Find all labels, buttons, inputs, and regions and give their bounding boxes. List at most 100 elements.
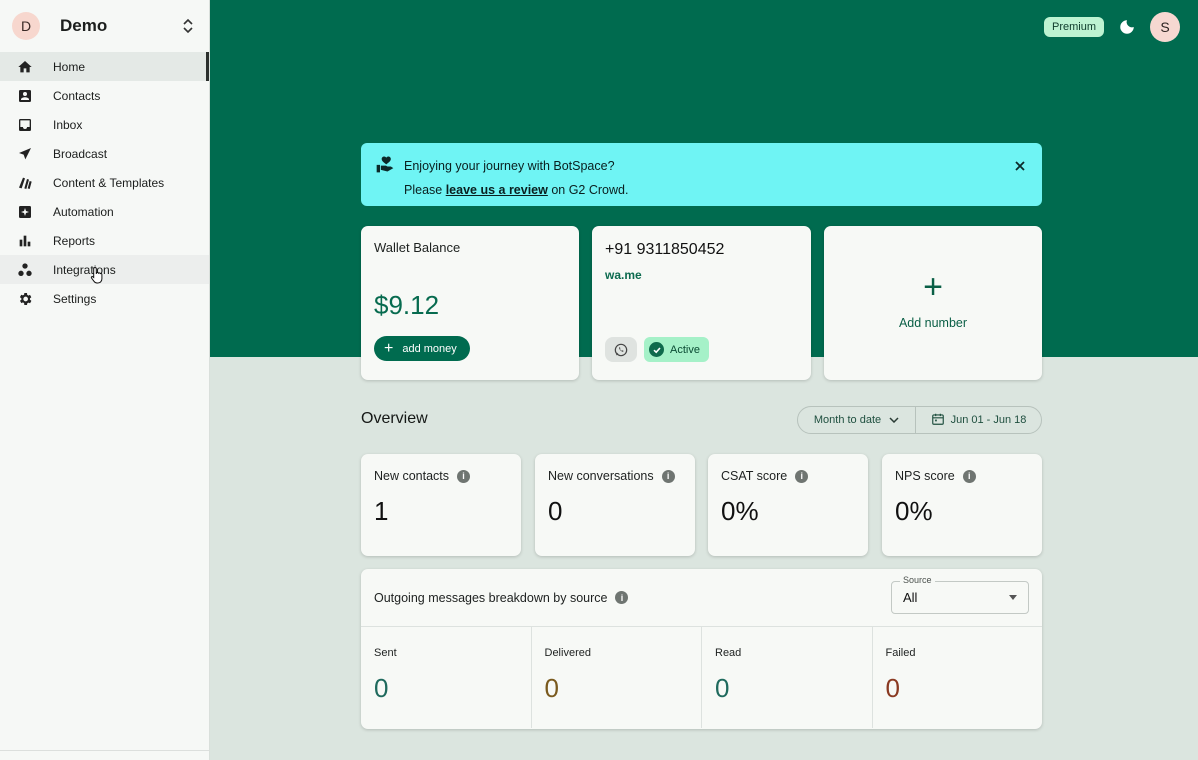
banner-text: Enjoying your journey with BotSpace? Ple… (404, 154, 1012, 202)
send-icon (16, 145, 34, 163)
breakdown-label: Sent (374, 647, 397, 659)
breakdown-header: Outgoing messages breakdown by source i S… (361, 569, 1042, 627)
overview-title: Overview (361, 410, 428, 427)
breakdown-label: Failed (885, 647, 916, 659)
breakdown-read: Read 0 (702, 627, 873, 728)
date-range-label: Jun 01 - Jun 18 (950, 414, 1027, 426)
sidebar-item-inbox[interactable]: Inbox (0, 110, 209, 139)
stat-value: 1 (374, 496, 389, 526)
workspace-switcher[interactable]: D Demo (0, 0, 209, 52)
add-money-label: add money (402, 342, 457, 355)
stat-value: 0% (895, 496, 933, 526)
sidebar-item-label: Contacts (53, 88, 101, 103)
workspace-avatar: D (12, 12, 40, 40)
user-avatar[interactable]: S (1150, 12, 1180, 42)
plan-badge[interactable]: Premium (1043, 17, 1104, 37)
wallet-title: Wallet Balance (374, 240, 461, 255)
stat-title-text: NPS score (895, 469, 955, 483)
range-select-label: Month to date (813, 414, 882, 426)
breakdown-sent: Sent 0 (361, 627, 532, 728)
hand-heart-icon (375, 154, 395, 174)
source-select[interactable]: Source All (891, 575, 1029, 614)
wallet-card: Wallet Balance $9.12 + add money (361, 226, 579, 380)
close-icon[interactable] (1012, 158, 1028, 174)
info-icon[interactable]: i (795, 469, 809, 483)
whatsapp-icon[interactable] (605, 337, 637, 362)
info-icon[interactable]: i (962, 469, 976, 483)
sidebar-item-content-templates[interactable]: Content & Templates (0, 168, 209, 197)
sidebar-item-broadcast[interactable]: Broadcast (0, 139, 209, 168)
add-number-card[interactable]: + Add number (824, 226, 1042, 380)
bar-chart-icon (16, 232, 34, 250)
sidebar-item-label: Automation (53, 204, 114, 219)
sidebar-item-label: Inbox (53, 117, 83, 132)
outgoing-breakdown-card: Outgoing messages breakdown by source i S… (361, 569, 1042, 729)
breakdown-title: Outgoing messages breakdown by source i (374, 591, 891, 605)
add-money-button[interactable]: + add money (374, 336, 470, 361)
date-filter: Month to date Jun 01 - Jun 18 (797, 406, 1042, 434)
topbar: Premium S (1043, 12, 1180, 42)
stat-title: CSAT score i (721, 469, 855, 483)
banner-title: Enjoying your journey with BotSpace? (404, 159, 615, 173)
unfold-icon[interactable] (179, 16, 197, 36)
chevron-down-icon (889, 414, 899, 426)
phone-number: +91 9311850452 (605, 241, 725, 258)
gear-icon (16, 290, 34, 308)
stat-card-new-contacts: New contacts i 1 (361, 454, 521, 556)
stat-value: 0 (548, 496, 563, 526)
banner-suffix: on G2 Crowd. (547, 183, 629, 197)
sidebar-item-label: Home (53, 59, 86, 74)
hand-cursor-icon (90, 266, 103, 284)
stat-title-text: New conversations (548, 469, 654, 483)
inbox-icon (16, 116, 34, 134)
source-label: Source (900, 575, 935, 585)
stat-value: 0% (721, 496, 759, 526)
stat-card-csat-score: CSAT score i 0% (708, 454, 868, 556)
sidebar-item-reports[interactable]: Reports (0, 226, 209, 255)
sidebar-item-label: Settings (53, 291, 97, 306)
plus-icon: + (384, 339, 394, 357)
breakdown-title-text: Outgoing messages breakdown by source (374, 590, 608, 605)
contacts-icon (16, 87, 34, 105)
info-icon[interactable]: i (615, 591, 629, 604)
date-range-picker[interactable]: Jun 01 - Jun 18 (916, 407, 1041, 433)
breakdown-value: 0 (715, 673, 730, 703)
banner-prefix: Please (404, 183, 446, 197)
info-icon[interactable]: i (457, 469, 471, 483)
range-select[interactable]: Month to date (798, 407, 916, 433)
breakdown-delivered: Delivered 0 (532, 627, 702, 728)
stat-title: New contacts i (374, 469, 508, 483)
sidebar-item-home[interactable]: Home (0, 52, 209, 81)
add-number-label: Add number (898, 316, 968, 330)
stat-card-new-conversations: New conversations i 0 (535, 454, 695, 556)
sidebar-item-label: Reports (53, 233, 96, 248)
sidebar-item-automation[interactable]: Automation (0, 197, 209, 226)
sidebar-footer (0, 750, 209, 760)
breakdown-value: 0 (374, 673, 389, 703)
review-link[interactable]: leave us a review (446, 183, 548, 197)
breakdown-failed: Failed 0 (873, 627, 1043, 728)
review-banner: Enjoying your journey with BotSpace? Ple… (361, 143, 1042, 206)
info-icon[interactable]: i (661, 469, 675, 483)
wa-me-link[interactable]: wa.me (605, 268, 798, 282)
phone-number-card: +91 9311850452 wa.me Active (592, 226, 811, 380)
phone-actions: Active (605, 337, 709, 362)
breakdown-label: Delivered (544, 647, 591, 659)
home-icon (16, 58, 34, 76)
sidebar-item-label: Broadcast (53, 146, 108, 161)
stat-title-text: New contacts (374, 469, 450, 483)
banner-message: Please leave us a review on G2 Crowd. (404, 178, 1012, 202)
stat-title-text: CSAT score (721, 469, 788, 483)
sidebar-item-label: Content & Templates (53, 175, 165, 190)
source-value: All (903, 590, 918, 605)
wallet-balance: $9.12 (374, 290, 440, 320)
calendar-icon (931, 412, 945, 429)
stat-title: NPS score i (895, 469, 1029, 483)
sidebar-item-label: Integrations (53, 262, 116, 277)
status-label: Active (670, 343, 700, 356)
dark-mode-icon[interactable] (1118, 18, 1136, 36)
automation-icon (16, 203, 34, 221)
sidebar-item-settings[interactable]: Settings (0, 284, 209, 313)
stat-card-nps-score: NPS score i 0% (882, 454, 1042, 556)
sidebar-item-contacts[interactable]: Contacts (0, 81, 209, 110)
